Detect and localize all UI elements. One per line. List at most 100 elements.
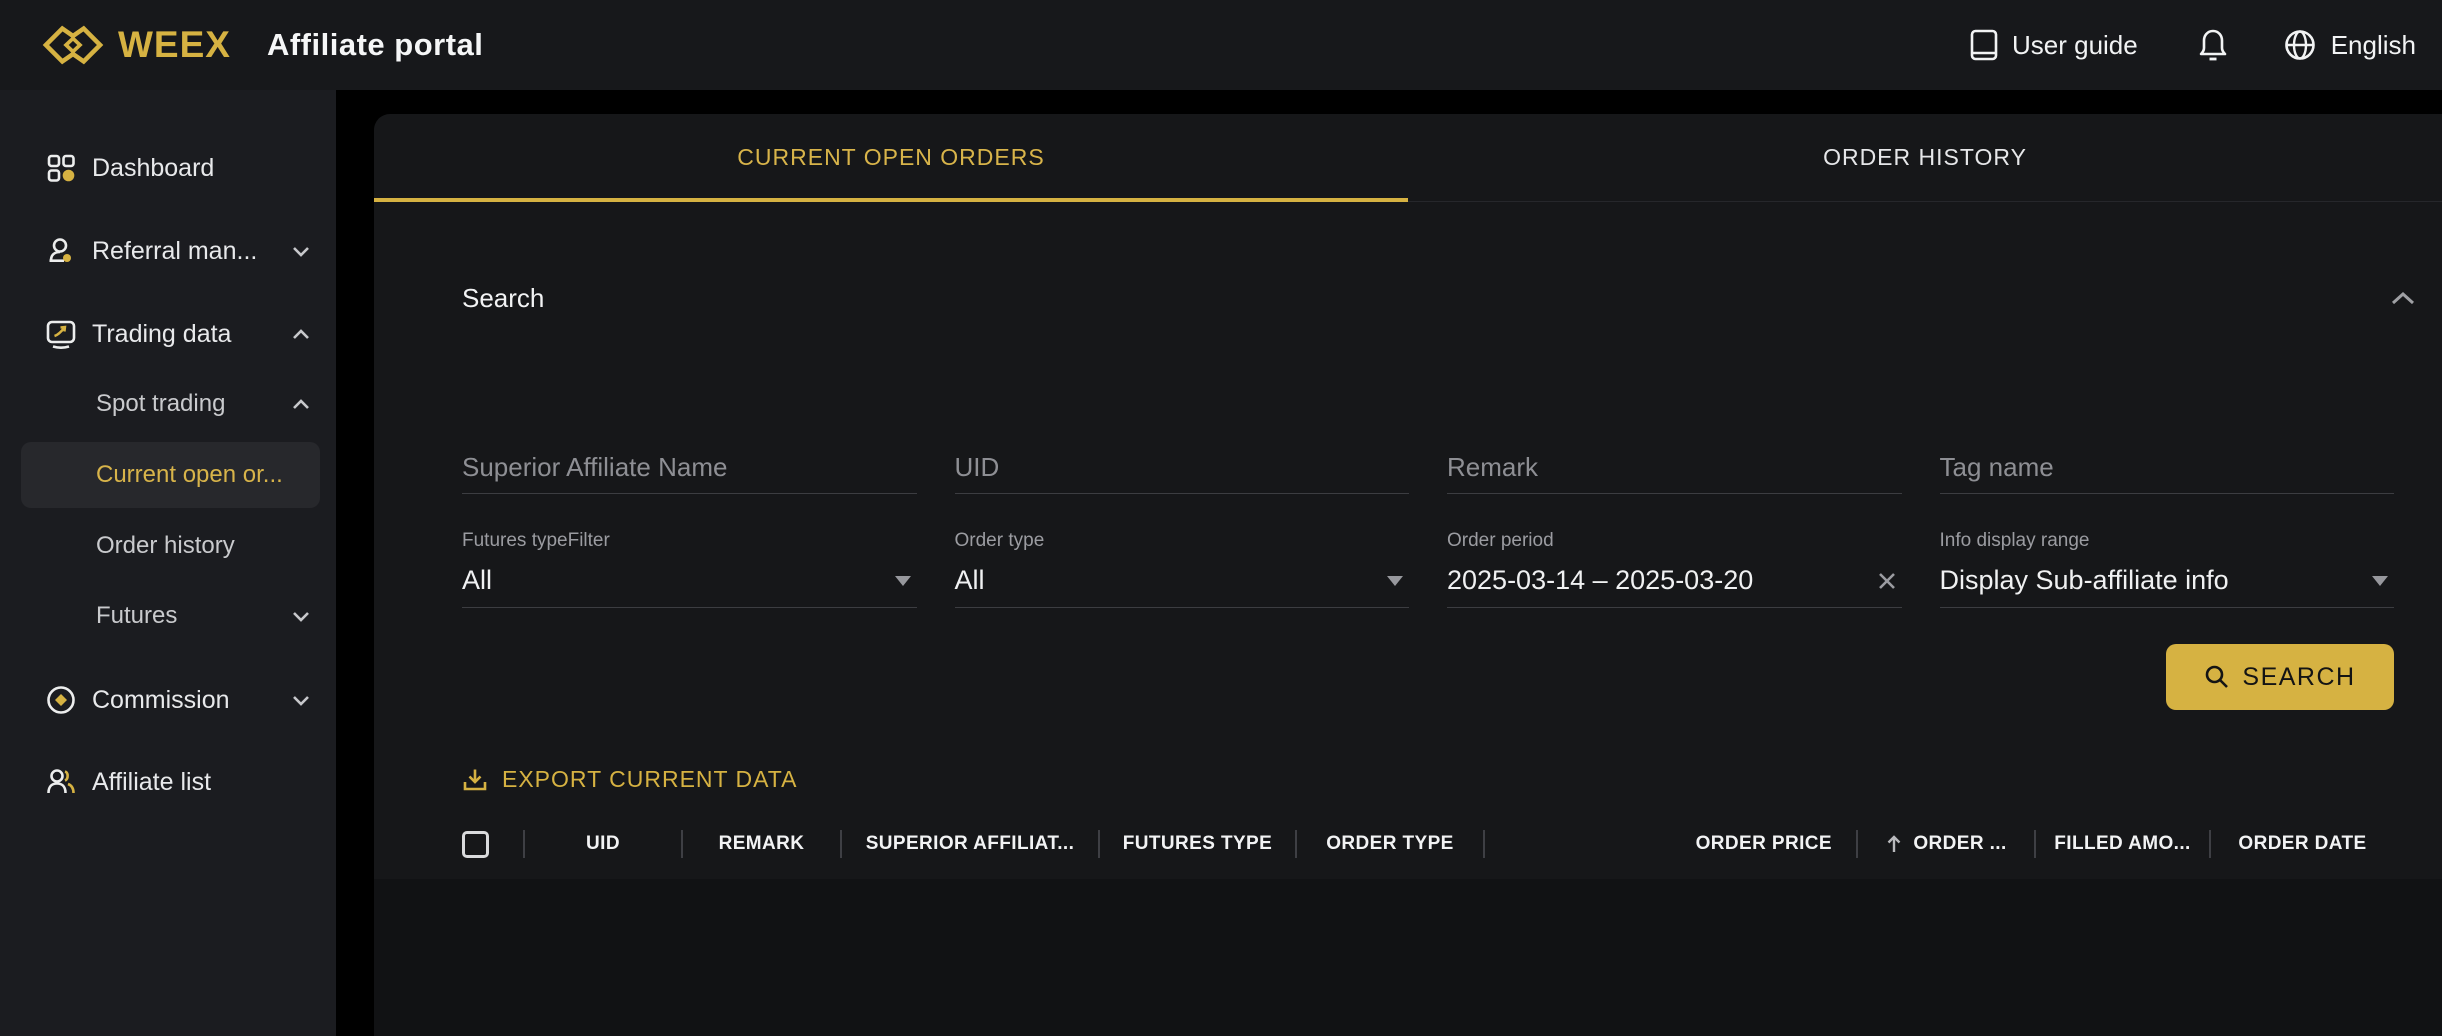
select-label: Futures typeFilter (462, 528, 917, 554)
export-label: EXPORT CURRENT DATA (502, 766, 797, 793)
main-area: CURRENT OPEN ORDERS ORDER HISTORY Search (336, 90, 2442, 1036)
select-value: Display Sub-affiliate info (1940, 565, 2229, 596)
column-header-filled-amount[interactable]: FILLED AMO... (2036, 833, 2209, 855)
search-button-label: SEARCH (2242, 663, 2355, 692)
superior-affiliate-name-input[interactable] (462, 452, 917, 483)
column-header-order-price[interactable]: ORDER PRICE (1657, 833, 1856, 855)
select-label: Order period (1447, 528, 1902, 554)
info-display-range-filter: Info display range Display Sub-affiliate… (1940, 528, 2395, 608)
notifications-button[interactable] (2196, 27, 2230, 63)
person-icon (44, 237, 78, 265)
magnifier-icon (2204, 664, 2230, 690)
weex-logo-icon (40, 22, 106, 68)
order-period-picker[interactable]: 2025-03-14 – 2025-03-20 (1447, 554, 1902, 608)
user-guide-button[interactable]: User guide (1969, 28, 2138, 62)
select-label: Info display range (1940, 528, 2395, 554)
column-header-remark[interactable]: REMARK (683, 833, 840, 855)
sidebar-item-label: Futures (96, 602, 284, 630)
select-label: Order type (955, 528, 1410, 554)
clear-date-icon[interactable] (1876, 570, 1898, 592)
tab-label: ORDER HISTORY (1823, 144, 2027, 171)
order-type-select[interactable]: All (955, 554, 1410, 608)
tag-name-field (1940, 442, 2395, 494)
brand: WEEX Affiliate portal (40, 22, 483, 68)
column-divider (1483, 830, 1485, 858)
sidebar-item-label: Spot trading (96, 390, 284, 418)
select-value: All (955, 565, 985, 596)
chevron-down-icon (292, 695, 310, 706)
tag-name-input[interactable] (1940, 452, 2395, 483)
people-icon (44, 768, 78, 796)
column-header-superior-affiliate[interactable]: SUPERIOR AFFILIAT... (842, 833, 1098, 855)
search-section: Search (374, 202, 2442, 710)
date-range-value: 2025-03-14 – 2025-03-20 (1447, 565, 1753, 596)
chevron-up-icon (292, 399, 310, 410)
caret-down-icon (2372, 576, 2388, 586)
sidebar-item-label: Affiliate list (92, 768, 310, 797)
chevron-up-icon (292, 329, 310, 340)
content-panel: CURRENT OPEN ORDERS ORDER HISTORY Search (374, 114, 2442, 1036)
futures-type-select[interactable]: All (462, 554, 917, 608)
tab-order-history[interactable]: ORDER HISTORY (1408, 114, 2442, 201)
commission-icon (44, 685, 78, 715)
remark-input[interactable] (1447, 452, 1902, 483)
sidebar-item-current-open-orders[interactable]: Current open or... (21, 442, 320, 508)
app-root: WEEX Affiliate portal User guide (0, 0, 2442, 1036)
column-header-futures-type[interactable]: FUTURES TYPE (1100, 833, 1295, 855)
download-icon (462, 767, 488, 793)
sidebar-item-order-history[interactable]: Order history (0, 520, 336, 572)
collapse-chevron-up-icon[interactable] (2390, 291, 2416, 306)
caret-down-icon (895, 576, 911, 586)
column-header-order-type[interactable]: ORDER TYPE (1297, 833, 1483, 855)
select-all-checkbox[interactable] (462, 831, 489, 858)
sidebar-item-label: Referral man... (92, 237, 284, 266)
bell-icon (2196, 27, 2230, 63)
order-type-filter: Order type All (955, 528, 1410, 608)
language-label: English (2331, 30, 2416, 61)
tab-bar: CURRENT OPEN ORDERS ORDER HISTORY (374, 114, 2442, 202)
sidebar-item-label: Trading data (92, 320, 284, 349)
table-body-empty (374, 879, 2442, 1036)
remark-field (1447, 442, 1902, 494)
page-title: Affiliate portal (267, 27, 483, 63)
column-header-uid[interactable]: UID (525, 833, 681, 855)
sidebar-item-spot-trading[interactable]: Spot trading (0, 378, 336, 430)
sidebar-item-futures[interactable]: Futures (0, 590, 336, 642)
sidebar-item-label: Dashboard (92, 154, 310, 183)
brand-name: WEEX (118, 24, 231, 66)
dashboard-icon (44, 154, 78, 182)
uid-field (955, 442, 1410, 494)
sidebar-item-referral-management[interactable]: Referral man... (0, 225, 336, 277)
sidebar-item-label: Current open or... (96, 461, 294, 489)
sidebar-item-commission[interactable]: Commission (0, 674, 336, 726)
sidebar: Dashboard Referral man... (0, 90, 336, 1036)
language-selector[interactable]: English (2282, 27, 2416, 63)
globe-icon (2282, 27, 2318, 63)
caret-down-icon (1387, 576, 1403, 586)
info-display-range-select[interactable]: Display Sub-affiliate info (1940, 554, 2395, 608)
book-icon (1969, 28, 1999, 62)
sidebar-item-dashboard[interactable]: Dashboard (0, 142, 336, 194)
sidebar-item-trading-data[interactable]: Trading data (0, 308, 336, 360)
trading-monitor-icon (44, 319, 78, 349)
chevron-down-icon (292, 246, 310, 257)
user-guide-label: User guide (2012, 30, 2138, 61)
table-header-row: UID REMARK SUPERIOR AFFILIAT... FUTURES … (374, 821, 2442, 867)
order-period-filter: Order period 2025-03-14 – 2025-03-20 (1447, 528, 1902, 608)
sort-up-arrow-icon[interactable] (1885, 834, 1903, 854)
superior-affiliate-name-field (462, 442, 917, 494)
column-header-order-date[interactable]: ORDER DATE (2211, 833, 2394, 855)
tab-label: CURRENT OPEN ORDERS (737, 144, 1044, 171)
tab-current-open-orders[interactable]: CURRENT OPEN ORDERS (374, 114, 1408, 201)
export-current-data-button[interactable]: EXPORT CURRENT DATA (374, 766, 2442, 793)
sidebar-item-label: Order history (96, 532, 310, 560)
uid-input[interactable] (955, 452, 1410, 483)
sidebar-item-label: Commission (92, 686, 284, 715)
search-section-title: Search (462, 283, 544, 314)
sidebar-item-affiliate-list[interactable]: Affiliate list (0, 756, 336, 808)
search-button[interactable]: SEARCH (2166, 644, 2394, 710)
select-value: All (462, 565, 492, 596)
top-bar-actions: User guide English (1969, 27, 2416, 63)
column-header-order-quantity[interactable]: ORDER ... (1858, 833, 2034, 855)
column-header-label: ORDER ... (1913, 833, 2006, 855)
